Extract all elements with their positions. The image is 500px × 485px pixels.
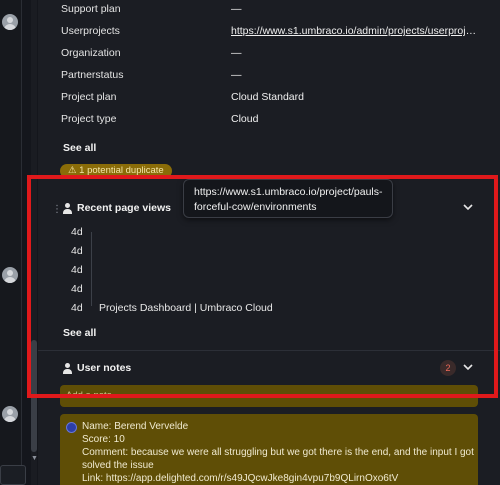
chevron-down-icon[interactable]	[462, 201, 474, 213]
timeline-time: 4d	[71, 264, 83, 276]
section-title: Recent page views	[77, 202, 171, 214]
note-author-avatar	[66, 422, 77, 433]
detail-value: Cloud Standard	[231, 91, 304, 103]
section-title: User notes	[77, 362, 132, 374]
add-note-button[interactable]: Add a note	[60, 385, 478, 407]
timeline-line	[91, 232, 92, 306]
person-icon	[62, 203, 72, 214]
scrollbar-thumb[interactable]	[31, 340, 37, 452]
note-comment-cont: solved the issue	[82, 460, 154, 471]
add-note-label: Add a note	[66, 390, 112, 401]
timeline-time: 4d	[71, 245, 83, 257]
userprojects-link[interactable]: https://www.s1.umbraco.io/admin/projects…	[231, 25, 481, 37]
person-icon	[62, 363, 72, 374]
note-card: Name: Berend Vervelde Score: 10 Comment:…	[60, 414, 478, 485]
duplicate-badge[interactable]: ⚠ 1 potential duplicate	[60, 164, 172, 178]
note-name: Name: Berend Vervelde	[82, 421, 189, 432]
rail-bottom-button[interactable]	[0, 465, 26, 485]
page-view-title[interactable]: Projects Dashboard | Umbraco Cloud	[99, 302, 273, 314]
avatar-icon[interactable]	[2, 267, 18, 283]
scroll-down-icon[interactable]: ▼	[31, 455, 38, 462]
warning-icon: ⚠	[68, 165, 77, 176]
chevron-down-icon[interactable]	[462, 361, 474, 373]
note-link[interactable]: Link: https://app.delighted.com/r/s49JQc…	[82, 473, 398, 484]
left-rail	[0, 0, 22, 485]
detail-label: Project type	[61, 113, 117, 125]
detail-value: Cloud	[231, 113, 259, 125]
detail-label: Organization	[61, 47, 121, 59]
detail-label: Partnerstatus	[61, 69, 124, 81]
notes-count-badge: 2	[440, 360, 456, 376]
avatar-icon[interactable]	[2, 406, 18, 422]
duplicate-badge-label: 1 potential duplicate	[79, 165, 164, 176]
url-tooltip: https://www.s1.umbraco.io/project/pauls-…	[183, 179, 393, 218]
drag-handle-icon[interactable]: ⋮	[52, 204, 62, 215]
detail-value: —	[231, 69, 242, 81]
detail-label: Project plan	[61, 91, 117, 103]
note-comment: Comment: because we were all struggling …	[82, 447, 474, 458]
note-score: Score: 10	[82, 434, 125, 445]
timeline-time: 4d	[71, 302, 83, 314]
detail-value: —	[231, 3, 242, 15]
see-all-details-link[interactable]: See all	[63, 142, 96, 154]
detail-value: —	[231, 47, 242, 59]
see-all-page-views-link[interactable]: See all	[63, 327, 96, 339]
avatar-icon[interactable]	[2, 14, 18, 30]
detail-label: Userprojects	[61, 25, 120, 37]
timeline-time: 4d	[71, 226, 83, 238]
timeline-time: 4d	[71, 283, 83, 295]
user-notes-header[interactable]: User notes 2	[52, 360, 492, 380]
divider	[38, 350, 500, 351]
detail-label: Support plan	[61, 3, 121, 15]
